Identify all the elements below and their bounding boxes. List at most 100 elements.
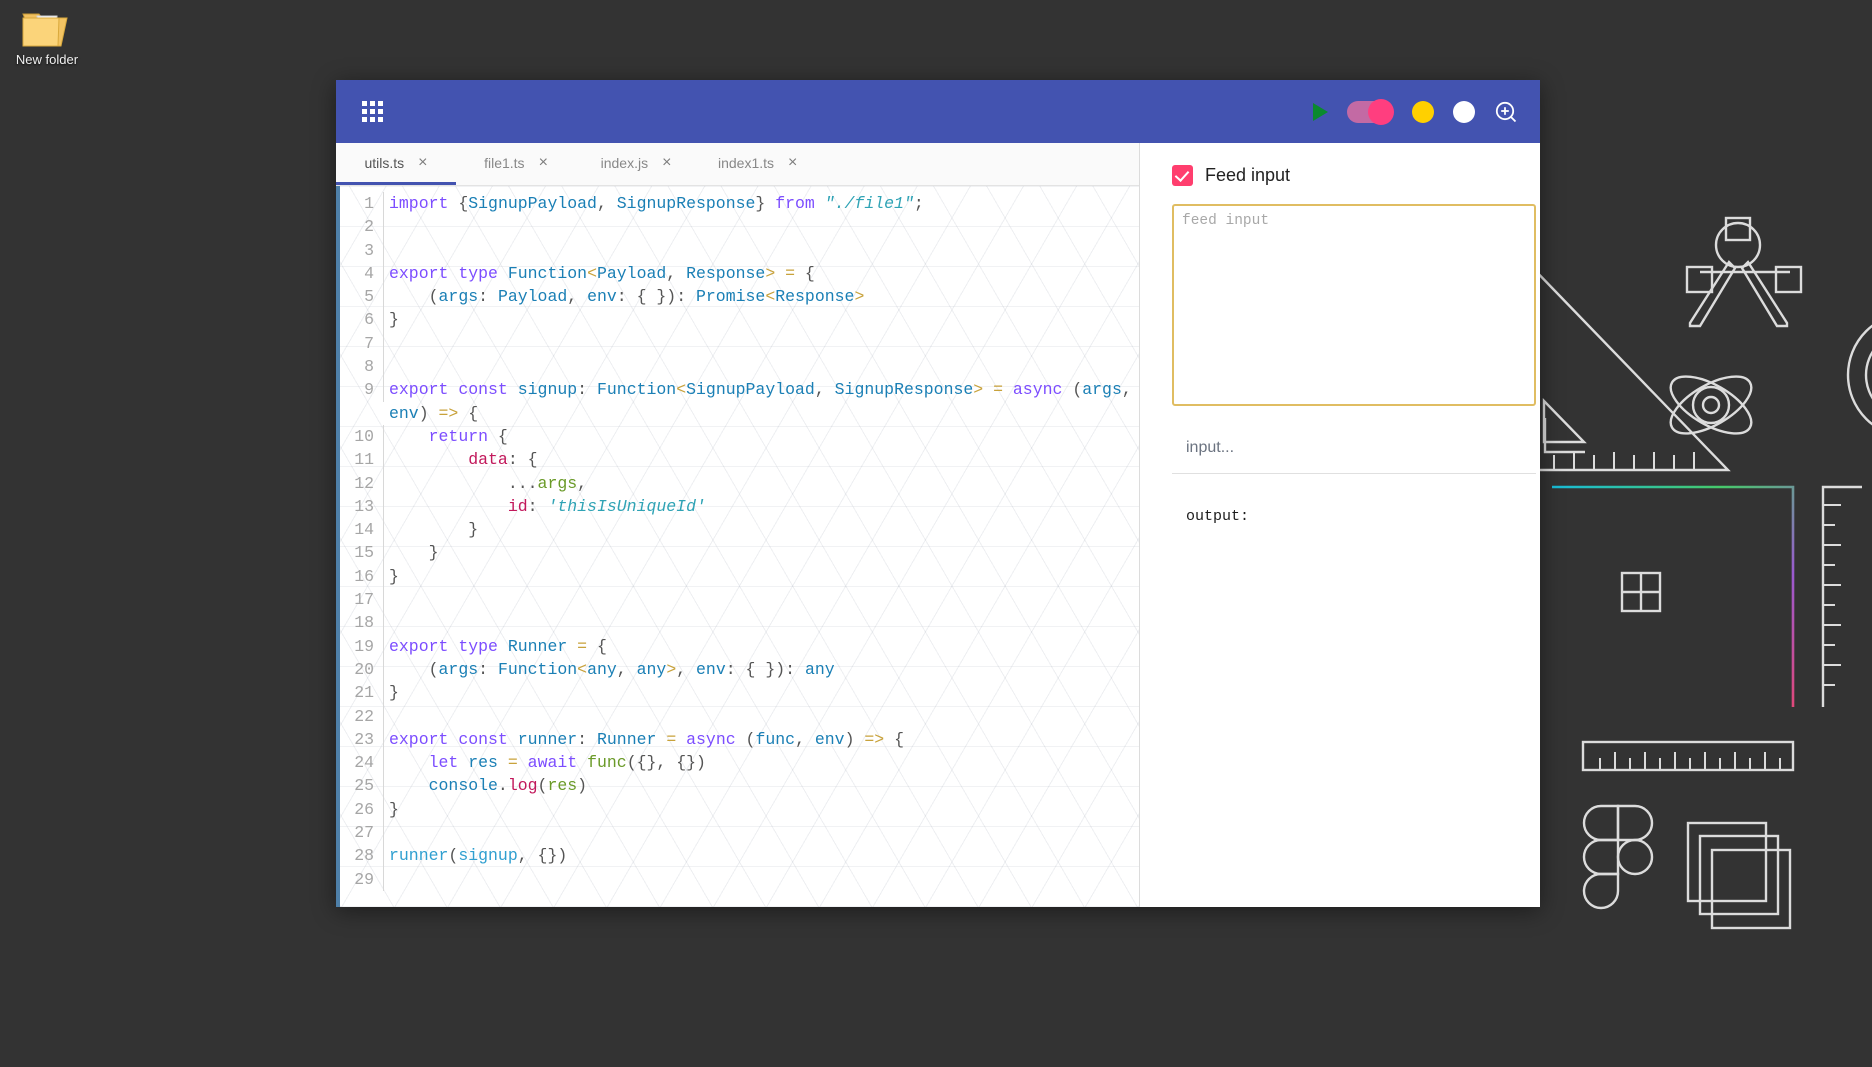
- code-text: export const signup: Function<SignupPayl…: [389, 380, 1132, 423]
- code-line[interactable]: 6}: [340, 308, 1139, 332]
- feed-input-textarea[interactable]: [1172, 204, 1536, 406]
- close-icon[interactable]: ×: [788, 154, 797, 171]
- code-text: export type Runner = {: [389, 636, 607, 656]
- code-line[interactable]: 29: [340, 867, 1139, 891]
- line-number: 6: [340, 308, 384, 332]
- code-line[interactable]: 24 let res = await func({}, {}): [340, 751, 1139, 775]
- feed-input-label: Feed input: [1205, 165, 1291, 185]
- toggle-switch-icon[interactable]: [1347, 98, 1394, 125]
- desktop: New folder utils.ts × file1.ts × index.j…: [0, 0, 1872, 1067]
- code-line[interactable]: 9 export const signup: Function<SignupPay…: [340, 378, 1139, 425]
- code-text: }: [389, 799, 399, 819]
- code-text: id: 'thisIsUniqueId': [507, 496, 706, 516]
- code-line[interactable]: 26}: [340, 797, 1139, 822]
- line-number: 18: [340, 611, 384, 635]
- code-line[interactable]: 3: [340, 238, 1139, 262]
- code-text: runner(signup, {}): [389, 846, 568, 866]
- code-line[interactable]: 23 export const runner: Runner = async (f…: [340, 727, 1139, 752]
- code-text: import {SignupPayload, SignupResponse} f…: [389, 194, 924, 213]
- code-line[interactable]: 14 }: [340, 518, 1139, 542]
- line-number: 1: [340, 192, 384, 216]
- output-status-label: output:: [1186, 508, 1250, 525]
- code-line[interactable]: 2: [340, 215, 1139, 239]
- code-line[interactable]: 11 data: {: [340, 448, 1139, 472]
- line-number: 4: [340, 261, 384, 286]
- line-number: 9: [340, 378, 384, 402]
- code-text: let res = await func({}, {}): [428, 753, 706, 773]
- code-line[interactable]: 20 (args: Function<any, any>, env: { }):…: [340, 657, 1139, 682]
- apps-grid-icon[interactable]: [362, 101, 383, 122]
- line-number: 15: [340, 541, 384, 565]
- zoom-in-icon[interactable]: [1494, 100, 1518, 124]
- code-line[interactable]: 19 export type Runner = {: [340, 634, 1139, 658]
- white-circle-icon[interactable]: [1453, 100, 1475, 123]
- code-text: return {: [428, 426, 508, 446]
- code-line[interactable]: 5 (args: Payload, env: { }): Promise<Res…: [340, 285, 1139, 309]
- close-icon[interactable]: ×: [539, 154, 548, 171]
- line-number: 14: [340, 518, 384, 542]
- line-number: 26: [340, 797, 384, 822]
- code-text: }: [389, 683, 399, 703]
- code-text: data: {: [468, 450, 538, 470]
- yellow-circle-icon[interactable]: [1412, 100, 1434, 123]
- line-number: 7: [340, 331, 384, 356]
- line-number: 16: [340, 564, 384, 589]
- tab-index-js[interactable]: index.js ×: [576, 143, 696, 185]
- code-line[interactable]: 21}: [340, 681, 1139, 705]
- code-line[interactable]: 16}: [340, 564, 1139, 589]
- code-text: (args: Payload, env: { }): Promise<Respo…: [389, 287, 865, 307]
- tab-label: file1.ts: [484, 154, 525, 171]
- code-line[interactable]: 15 }: [340, 541, 1139, 565]
- code-editor[interactable]: 1 import {SignupPayload, SignupResponse} …: [336, 186, 1139, 907]
- code-line[interactable]: 1 import {SignupPayload, SignupResponse} …: [340, 192, 1139, 216]
- code-line[interactable]: 4 export type Function<Payload, Response>…: [340, 261, 1139, 286]
- tab-label: index1.ts: [718, 154, 775, 171]
- tab-label: utils.ts: [364, 154, 405, 171]
- code-line[interactable]: 17: [340, 588, 1139, 612]
- code-line[interactable]: 10 return {: [340, 424, 1139, 449]
- code-text: ...args,: [389, 473, 588, 493]
- tab-utils-ts[interactable]: utils.ts ×: [336, 143, 456, 185]
- code-text: (args: Function<any, any>, env: { }): an…: [389, 659, 835, 679]
- code-lines: 1 import {SignupPayload, SignupResponse} …: [340, 186, 1139, 891]
- code-line[interactable]: 25 console.log(res): [340, 774, 1139, 798]
- feed-input-checkbox[interactable]: [1172, 165, 1193, 186]
- line-number: 28: [340, 844, 384, 868]
- close-icon[interactable]: ×: [418, 154, 427, 171]
- line-number: 8: [340, 355, 384, 379]
- tab-label: index.js: [600, 154, 649, 171]
- toggle-knob: [1368, 98, 1394, 125]
- title-bar-actions: [1313, 98, 1518, 125]
- editor-pane: utils.ts × file1.ts × index.js × index1.ts × 1i…: [336, 143, 1140, 907]
- code-text: export type Function<Payload, Response> …: [389, 263, 815, 283]
- code-line[interactable]: 28 runner(signup, {}): [340, 844, 1139, 868]
- line-number: 3: [340, 238, 384, 262]
- line-number: 25: [340, 774, 384, 798]
- play-icon[interactable]: [1313, 102, 1328, 121]
- desktop-icon-new-folder[interactable]: New folder: [8, 4, 86, 67]
- code-line[interactable]: 8: [340, 355, 1139, 379]
- code-text: }: [389, 310, 399, 330]
- code-line[interactable]: 7: [340, 331, 1139, 356]
- window-body: utils.ts × file1.ts × index.js × index1.ts × 1i…: [336, 143, 1540, 907]
- code-line[interactable]: 18: [340, 611, 1139, 635]
- code-text: export const runner: Runner = async (fun…: [389, 729, 905, 749]
- code-line[interactable]: 22: [340, 704, 1139, 728]
- code-line[interactable]: 12 ...args,: [340, 471, 1139, 495]
- code-text: console.log(res): [428, 776, 588, 796]
- code-line[interactable]: 27: [340, 821, 1139, 845]
- tab-file1-ts[interactable]: file1.ts ×: [456, 143, 576, 185]
- line-number: 17: [340, 588, 384, 612]
- tab-index1-ts[interactable]: index1.ts ×: [696, 143, 819, 185]
- line-number: 22: [340, 704, 384, 728]
- code-line[interactable]: 13 id: 'thisIsUniqueId': [340, 494, 1139, 519]
- close-icon[interactable]: ×: [662, 154, 671, 171]
- line-number: 10: [340, 424, 384, 449]
- input-status-label: input...: [1186, 439, 1235, 456]
- line-number: 11: [340, 448, 384, 472]
